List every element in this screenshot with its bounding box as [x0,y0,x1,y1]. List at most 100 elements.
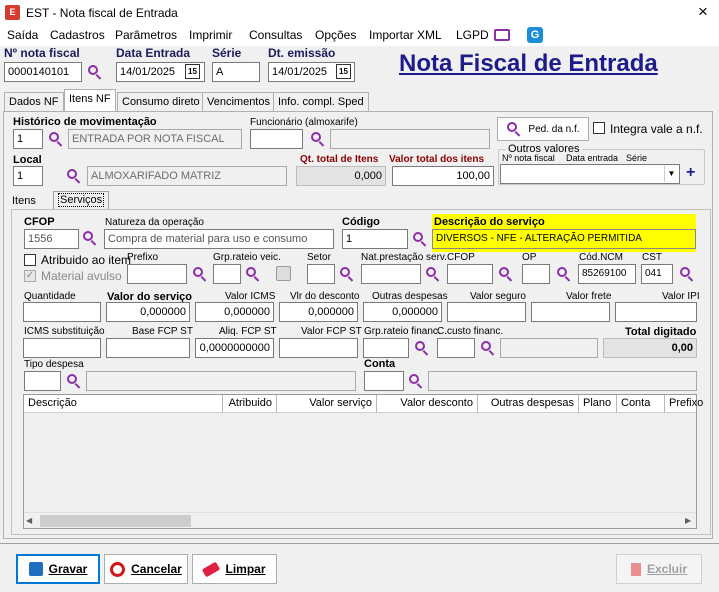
col-valor-servico[interactable]: Valor serviço [277,395,377,413]
search-icon[interactable] [82,230,98,246]
valor-fcp-input[interactable] [279,338,358,358]
tab-dados-nf[interactable]: Dados NF [4,92,64,111]
descricao-input[interactable]: DIVERSOS - NFE - ALTERAÇÃO PERMITIDA [432,229,696,249]
search-icon[interactable] [87,64,103,80]
col-plano[interactable]: Plano [579,395,617,413]
monitor-icon[interactable] [494,29,510,41]
material-checkbox[interactable]: ✓ [24,270,36,282]
valor-frete-input[interactable] [531,302,610,322]
col-conta[interactable]: Conta [617,395,665,413]
nat-prest-input[interactable] [361,264,421,284]
integra-checkbox[interactable] [593,122,605,134]
tipo-despesa-input[interactable] [24,371,61,391]
funcionario-code-input[interactable] [250,129,303,149]
setor-input[interactable] [307,264,335,284]
search-icon[interactable] [48,131,64,147]
aliq-fcp-input[interactable]: 0,0000000000 [195,338,274,358]
valor-icms-input[interactable]: 0,000000 [195,302,274,322]
menu-saida[interactable]: Saída [7,28,38,42]
col-outras-despesas[interactable]: Outras despesas [478,395,579,413]
search-icon[interactable] [310,131,326,147]
vlr-desconto-input[interactable]: 0,000000 [279,302,358,322]
chevron-down-icon[interactable]: ▼ [664,166,678,182]
serie-input[interactable]: A [212,62,260,82]
grp-rateio-fin-input[interactable] [363,338,409,358]
historico-code-input[interactable]: 1 [13,129,43,149]
base-fcp-input[interactable] [106,338,190,358]
excluir-button[interactable]: Excluir [616,554,702,584]
ped-nf-button[interactable]: Ped. da n.f. [497,117,589,141]
valor-seguro-input[interactable] [447,302,526,322]
cancelar-button[interactable]: Cancelar [104,554,188,584]
search-icon[interactable] [498,266,514,282]
menu-opcoes[interactable]: Opções [315,28,356,42]
search-icon[interactable] [66,168,82,184]
search-icon[interactable] [408,373,424,389]
valor-servico-input[interactable]: 0,000000 [106,302,190,322]
search-icon[interactable] [339,266,355,282]
quantidade-input[interactable] [23,302,101,322]
subtab-itens[interactable]: Itens [12,195,36,207]
subtab-servicos[interactable]: Serviços [53,191,110,210]
add-icon[interactable]: + [686,164,695,182]
menu-lgpd[interactable]: LGPD [456,28,489,42]
search-icon[interactable] [245,266,261,282]
gravar-button[interactable]: Gravar [16,554,100,584]
horizontal-scrollbar[interactable]: ◀ ▶ [24,512,696,528]
vlr-desconto-label: Vlr do desconto [290,291,360,302]
local-code-input[interactable]: 1 [13,166,43,186]
valor-ipi-input[interactable] [615,302,697,322]
limpar-button[interactable]: Limpar [192,554,277,584]
cfop-input[interactable]: 1556 [24,229,79,249]
nota-input[interactable]: 0000140101 [4,62,82,82]
search-icon[interactable] [425,266,441,282]
search-icon[interactable] [556,266,572,282]
outros-valores-select[interactable] [500,164,680,184]
search-icon[interactable] [412,231,428,247]
g-app-icon[interactable]: G [527,27,543,43]
conta-input[interactable] [364,371,404,391]
menu-parametros[interactable]: Parâmetros [115,28,177,42]
grp-rateio-veic-input[interactable] [213,264,241,284]
cst-input[interactable]: 041 [641,264,673,284]
total-digitado-label: Total digitado [625,326,697,338]
menu-imprimir[interactable]: Imprimir [189,28,232,42]
menu-consultas[interactable]: Consultas [249,28,302,42]
search-icon[interactable] [66,373,82,389]
menu-cadastros[interactable]: Cadastros [50,28,105,42]
tab-vencimentos[interactable]: Vencimentos [202,92,275,111]
outras-despesas-input[interactable]: 0,000000 [363,302,442,322]
col-descricao[interactable]: Descrição [24,395,223,413]
col-prefixo[interactable]: Prefixo [665,395,705,413]
tab-itens-nf[interactable]: Itens NF [64,89,116,112]
col-valor-desconto[interactable]: Valor desconto [377,395,478,413]
tab-consumo-direto[interactable]: Consumo direto [117,92,205,111]
menu-importar-xml[interactable]: Importar XML [369,28,442,42]
c-custo-input[interactable] [437,338,475,358]
search-icon[interactable] [414,340,430,356]
scroll-right-icon[interactable]: ▶ [685,516,691,525]
close-icon[interactable]: × [694,2,712,22]
serie-label: Série [212,46,242,60]
cod-ncm-input[interactable]: 85269100 [578,264,636,284]
clipboard-icon[interactable] [276,266,291,281]
calendar-icon[interactable]: 15 [185,64,200,79]
servicos-grid[interactable] [23,394,697,529]
valor-total-value: 100,00 [392,166,494,186]
search-icon[interactable] [192,266,208,282]
op-input[interactable] [522,264,550,284]
cfop2-input[interactable] [447,264,493,284]
codigo-input[interactable]: 1 [342,229,408,249]
scroll-left-icon[interactable]: ◀ [26,516,32,525]
calendar-icon[interactable]: 15 [336,64,351,79]
icms-sub-input[interactable] [23,338,101,358]
prefixo-input[interactable] [127,264,187,284]
tab-info-compl-sped[interactable]: Info. compl. Sped [273,92,369,111]
atribuido-checkbox[interactable] [24,254,36,266]
col-atribuido[interactable]: Atribuido [223,395,277,413]
natureza-input[interactable]: Compra de material para uso e consumo [104,229,334,249]
search-icon[interactable] [480,340,496,356]
conta-desc [428,371,697,391]
search-icon[interactable] [679,266,695,282]
scrollbar-thumb[interactable] [40,515,191,527]
